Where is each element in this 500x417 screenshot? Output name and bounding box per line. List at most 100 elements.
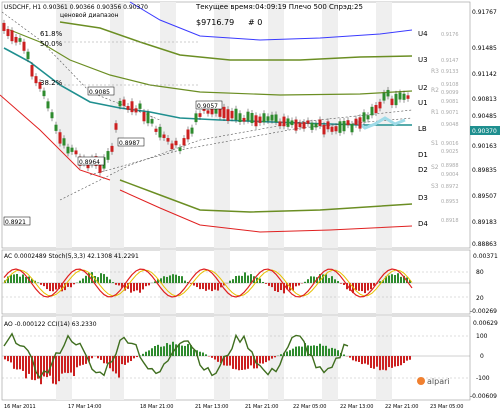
level-s3-value: 0.8972 [441,184,459,190]
session-band [56,2,72,248]
ac-bar [232,279,234,283]
candle-body [231,111,234,118]
chart-canvas[interactable]: USDCHF, H1 0.90361 0.90366 0.90356 0.903… [0,0,500,413]
candle-body [115,123,118,130]
ao-axis-tick: -0.00609 [470,393,497,400]
svg-text:0.8964: 0.8964 [79,159,100,166]
ac-bar [193,283,195,286]
candle-body [111,146,114,152]
level-u1: U1 [418,99,428,107]
ao-bar [352,356,354,360]
level-d2: D2 [418,166,428,174]
alpari-logo: alpari [417,377,450,386]
price-axis-tick: 0.89835 [472,167,497,174]
ao-bar [388,356,390,367]
price-label-9085: 0.9085 [88,87,114,96]
level-u3-value: 0.9147 [441,58,459,64]
candle-body [367,115,370,119]
time-axis-tick: 22 Mar 21:00 [385,404,418,410]
ac-bar [166,277,168,283]
ao-bar [13,356,15,369]
ao-bar [289,350,291,356]
ao-bar [325,346,327,356]
candle-body [295,120,298,131]
ao-axis-tick: -100 [476,375,490,382]
candle-body [279,121,282,126]
level-d3-value: 0.8953 [441,199,459,205]
ac-bar [307,279,309,283]
candle-body [335,126,338,131]
ac-bar [73,283,75,284]
ac-axis-tick: 20 [476,295,484,302]
ao-bar [181,346,183,356]
candle-body [207,110,210,113]
ac-bar [130,283,132,293]
candle-body [119,101,122,106]
level-d1: D1 [418,151,428,159]
candle-body [47,101,50,108]
time-axis-tick: 16 Mar 2011 [4,404,36,410]
ac-bar [199,283,201,289]
candle-body [355,119,358,125]
ao-bar [82,356,84,365]
candle-body [311,123,314,130]
candle-body [391,99,394,105]
ao-bar [106,356,108,364]
ac-bar [334,279,336,283]
candle-body [327,121,330,129]
ac-axis-tick: -0.00269 [470,308,497,315]
candle-body [159,127,162,138]
candle-body [179,147,182,151]
ao-bar [343,355,345,356]
ao-bar [97,356,99,358]
ao-bar [280,354,282,356]
candle-body [247,112,250,121]
ao-bar [235,356,237,369]
ac-bar [370,283,372,289]
price-range-label: ценовой диапазон [60,12,119,19]
level-d4-value: 0.8918 [441,218,459,224]
ac-bar [274,283,276,291]
server-time: Текущее время:04:09:19 Плечо 500 Спрэд:2… [195,3,363,11]
level-d1-value: 0.9025 [441,149,459,155]
ao-bar [316,346,318,356]
level-d4: D4 [418,220,428,228]
ao-bar [136,356,138,357]
level-r1-value: 0.9071 [441,110,459,116]
candle-body [227,109,230,121]
ao-bar [16,356,18,370]
ac-bar [79,281,81,283]
candle-body [35,76,38,83]
ac-bar [280,283,282,290]
candle-body [127,106,130,110]
ac-bar [133,283,135,291]
session-band [268,316,284,400]
candle-body [71,148,74,152]
ac-bar [259,279,261,283]
ac-bar [25,277,27,283]
candle-body [383,93,386,101]
ao-bar [268,356,270,360]
ac-bar [172,274,174,283]
ac-bar [52,283,54,291]
ac-bar [16,274,18,283]
ac-bar [268,283,270,286]
ao-bar [205,354,207,356]
ao-bar [118,356,120,378]
ao-bar [7,356,9,361]
ao-bar [397,356,399,366]
level-s2-value: 0.8988 [441,163,459,169]
level-r2: R2 [431,87,439,94]
svg-text:0.9085: 0.9085 [89,89,110,96]
candle-body [75,150,78,154]
ac-bar [364,283,366,293]
ao-axis-tick: 100 [476,333,488,340]
candle-body [343,121,346,131]
candle-body [195,113,198,122]
chart-window[interactable]: USDCHF, H1 0.90361 0.90366 0.90356 0.903… [0,0,500,413]
ac-bar [310,276,312,283]
session-band [160,316,176,400]
ao-bar [73,356,75,376]
ac-bar [55,283,57,290]
price-axis-tick: 0.88863 [472,241,497,248]
